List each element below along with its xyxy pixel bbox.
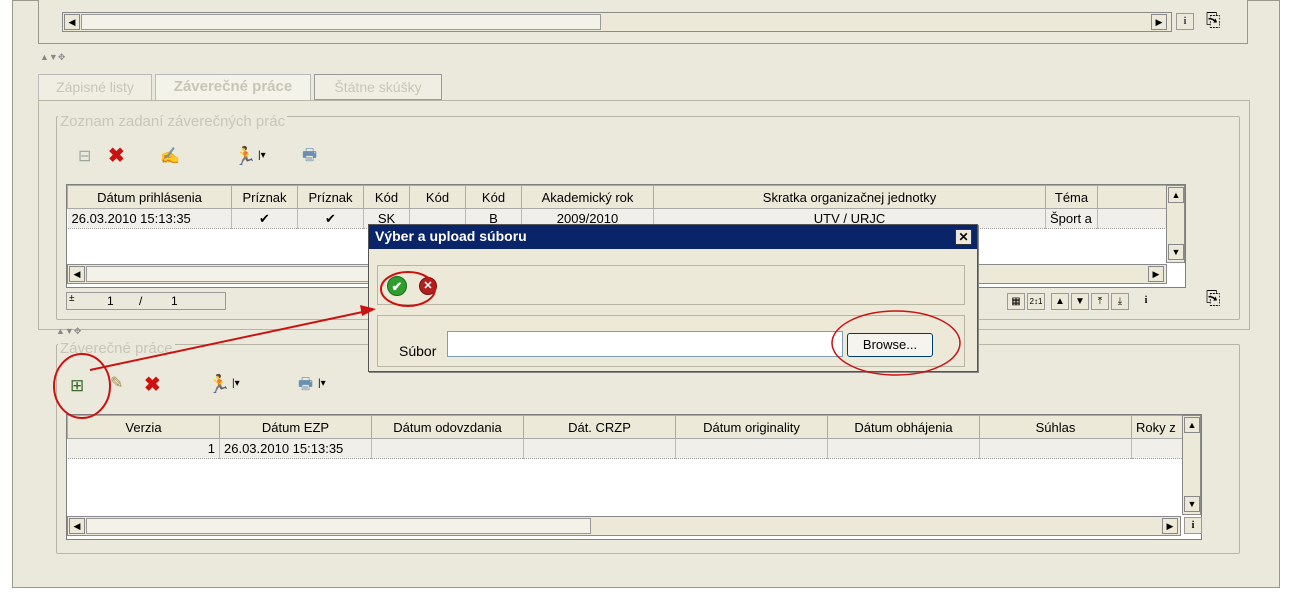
annotation-circle-confirm bbox=[380, 271, 436, 307]
annotation-circle-browse bbox=[831, 310, 961, 376]
annotation-circle-upload bbox=[53, 353, 111, 419]
annotation-overlay bbox=[53, 271, 961, 419]
annotation-arrow-head bbox=[360, 305, 376, 316]
annotation-arrow-line bbox=[89, 309, 373, 371]
